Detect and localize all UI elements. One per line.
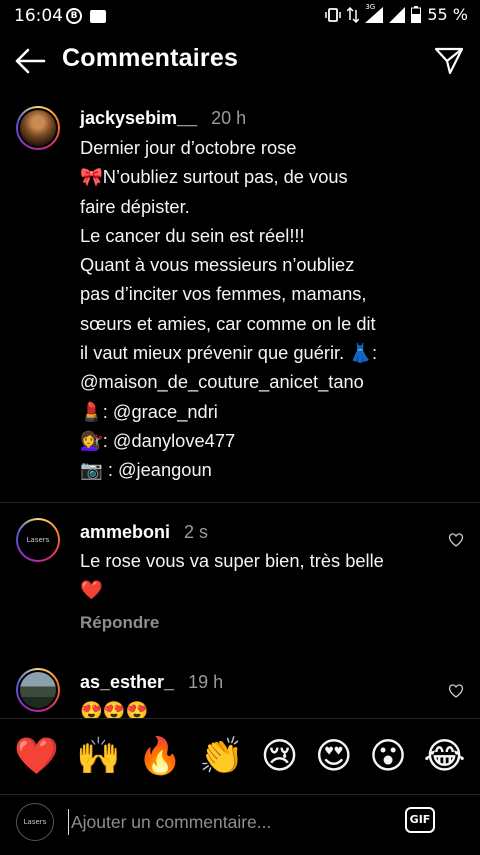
mobile-signal-icon: 3G bbox=[365, 3, 384, 23]
message-icon bbox=[90, 9, 106, 23]
comment-time: 19 h bbox=[188, 672, 224, 692]
status-time: 16:04 bbox=[14, 6, 63, 26]
comment-line: 🎀N’oubliez surtout pas, de vous bbox=[80, 166, 348, 188]
avatar-image: Lasers bbox=[18, 520, 58, 560]
back-arrow-icon[interactable] bbox=[14, 46, 46, 76]
avatar-image bbox=[18, 108, 58, 148]
like-heart-icon[interactable] bbox=[448, 683, 464, 699]
comment-text: Dernier jour d’octobre rose 🎀N’oubliez s… bbox=[80, 133, 430, 485]
like-heart-icon[interactable] bbox=[448, 532, 464, 548]
comment-text: Le rose vous va super bien, très belle ❤… bbox=[80, 546, 430, 605]
emoji-surprised[interactable]: 😮 bbox=[369, 738, 407, 775]
reply-button[interactable]: Répondre bbox=[80, 613, 159, 633]
avatar[interactable] bbox=[16, 106, 60, 150]
gif-button[interactable]: GIF bbox=[405, 807, 435, 833]
avatar[interactable] bbox=[16, 668, 60, 712]
comment-username[interactable]: ammeboni 2 s bbox=[80, 522, 208, 543]
username-text[interactable]: as_esther_ bbox=[80, 672, 174, 692]
username-text[interactable]: ammeboni bbox=[80, 522, 170, 542]
comment-username[interactable]: jackysebim__ 20 h bbox=[80, 108, 246, 129]
comment-line: sœurs et amies, car comme on le dit bbox=[80, 312, 376, 334]
divider bbox=[0, 502, 480, 503]
avatar[interactable]: Lasers bbox=[16, 518, 60, 562]
emoji-quick-bar: ❤️ 🙌 🔥 👏 😢 😍 😮 😂 bbox=[0, 718, 480, 794]
mention-link[interactable]: @maison_de_couture_anicet_tano bbox=[80, 367, 430, 396]
mention-link[interactable]: 💄: @grace_ndri bbox=[80, 397, 430, 426]
comment-line: pas d’inciter vos femmes, mamans, bbox=[80, 283, 367, 305]
comment-time: 20 h bbox=[211, 108, 247, 128]
data-arrows-icon bbox=[347, 6, 360, 23]
comment-line: Dernier jour d’octobre rose bbox=[80, 137, 297, 158]
username-text[interactable]: jackysebim__ bbox=[80, 108, 197, 128]
comment-line: Le cancer du sein est réel!!! bbox=[80, 224, 305, 246]
emoji-heart-eyes[interactable]: 😍 bbox=[315, 738, 353, 775]
comment-line: faire dépister. bbox=[80, 195, 190, 217]
send-icon[interactable] bbox=[434, 45, 464, 75]
comment-line: ❤️ bbox=[80, 579, 103, 601]
emoji-laughing[interactable]: 😂 bbox=[424, 738, 466, 775]
emoji-heart[interactable]: ❤️ bbox=[14, 738, 59, 775]
signal-icon bbox=[389, 6, 406, 23]
emoji-clapping[interactable]: 👏 bbox=[199, 738, 244, 775]
emoji-raised-hands[interactable]: 🙌 bbox=[76, 738, 121, 775]
comment-input-bar: Lasers Ajouter un commentaire... GIF bbox=[0, 794, 480, 855]
comment-line: il vaut mieux prévenir que guérir. 👗: bbox=[80, 342, 378, 364]
page-title: Commentaires bbox=[62, 44, 239, 72]
mention-link[interactable]: 💇‍♀️: @danylove477 bbox=[80, 426, 430, 455]
battery-icon bbox=[411, 6, 422, 23]
avatar-image bbox=[18, 670, 58, 710]
battery-percent: 55 % bbox=[427, 5, 468, 24]
vibrate-icon bbox=[325, 7, 342, 22]
mention-link[interactable]: 📷 : @jeangoun bbox=[80, 455, 430, 484]
emoji-fire[interactable]: 🔥 bbox=[138, 738, 183, 775]
comment-username[interactable]: as_esther_ 19 h bbox=[80, 672, 223, 693]
comment-line: Le rose vous va super bien, très belle bbox=[80, 550, 384, 571]
comment-input[interactable]: Ajouter un commentaire... bbox=[68, 809, 371, 835]
header: Commentaires bbox=[0, 34, 480, 88]
comment-line: Quant à vous messieurs n’oubliez bbox=[80, 254, 355, 276]
comment-time: 2 s bbox=[184, 522, 209, 542]
b-badge-icon: B bbox=[66, 8, 82, 24]
status-bar: 16:04 B 3G 55 % bbox=[0, 0, 480, 34]
network-type-label: 3G bbox=[365, 2, 376, 11]
emoji-crying[interactable]: 😢 bbox=[261, 738, 299, 775]
my-avatar: Lasers bbox=[16, 803, 54, 841]
